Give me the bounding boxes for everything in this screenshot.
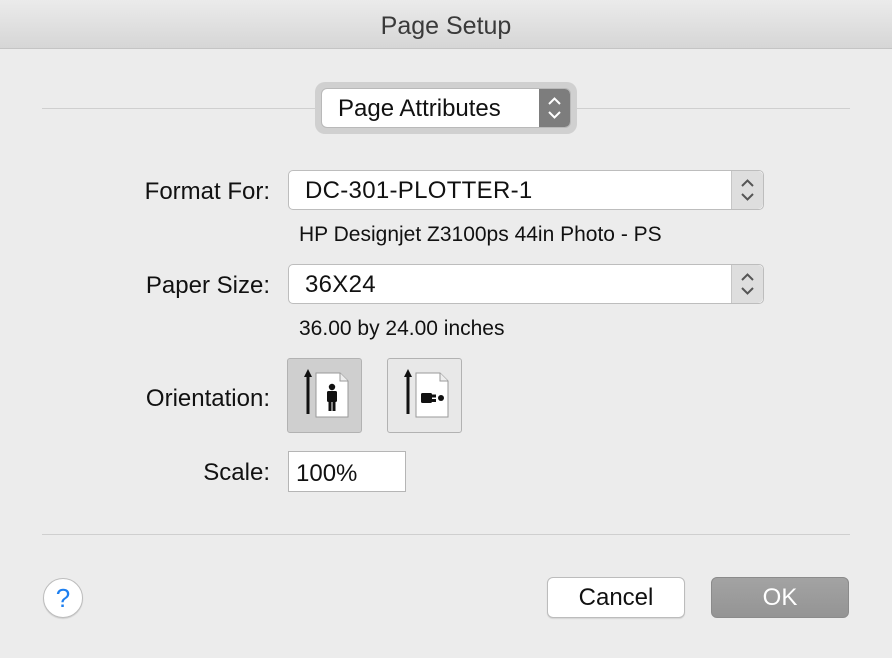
- scale-label: Scale:: [203, 459, 270, 486]
- scale-input[interactable]: 100%: [288, 451, 406, 492]
- help-button[interactable]: ?: [43, 578, 83, 618]
- help-icon: ?: [55, 583, 71, 613]
- ok-button[interactable]: OK: [711, 577, 849, 618]
- cancel-button[interactable]: Cancel: [547, 577, 685, 618]
- window-title: Page Setup: [380, 12, 512, 40]
- format-for-label: Format For:: [144, 178, 270, 205]
- printer-description: HP Designjet Z3100ps 44in Photo - PS: [299, 223, 662, 246]
- orientation-landscape-button[interactable]: [387, 358, 462, 433]
- paper-size-value: 36X24: [305, 271, 376, 298]
- orientation-portrait-button[interactable]: [287, 358, 362, 433]
- updown-chevron-icon: [731, 171, 763, 209]
- updown-chevron-icon: [539, 89, 570, 127]
- top-separator-left: [42, 108, 315, 109]
- paper-size-select[interactable]: 36X24: [288, 264, 764, 304]
- format-for-value: DC-301-PLOTTER-1: [305, 177, 533, 204]
- title-bar: Page Setup: [0, 0, 892, 49]
- panel-popup-label: Page Attributes: [338, 95, 501, 122]
- panel-popup-button[interactable]: Page Attributes: [321, 88, 571, 128]
- paper-size-label: Paper Size:: [145, 272, 270, 299]
- top-separator-right: [577, 108, 850, 109]
- format-for-select[interactable]: DC-301-PLOTTER-1: [288, 170, 764, 210]
- orientation-label: Orientation:: [145, 385, 270, 412]
- page-setup-dialog: Page Setup Page Attributes Format For: D…: [0, 0, 892, 658]
- portrait-orientation-icon: [304, 369, 349, 418]
- landscape-orientation-icon: [404, 369, 449, 418]
- bottom-separator: [42, 534, 850, 535]
- updown-chevron-icon: [731, 265, 763, 303]
- paper-size-description: 36.00 by 24.00 inches: [299, 317, 505, 340]
